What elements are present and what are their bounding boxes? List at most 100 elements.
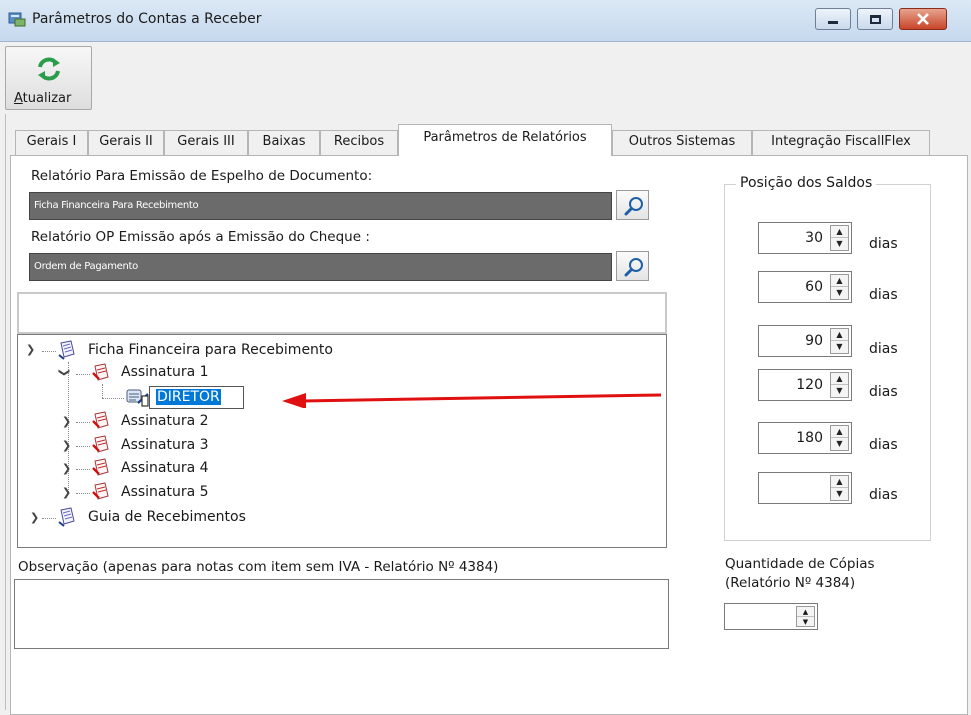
tab-gerais-i[interactable]: Gerais I <box>15 130 88 155</box>
saldo-value: 60 <box>805 279 823 295</box>
tab-gerais-ii[interactable]: Gerais II <box>88 130 164 155</box>
spin-arrows[interactable]: ▲ ▼ <box>830 372 849 398</box>
frame-border <box>0 114 6 710</box>
tree-connector <box>76 446 90 447</box>
dias-label: dias <box>869 384 898 400</box>
tree-node-assinatura-5[interactable]: Assinatura 5 <box>121 484 209 500</box>
search-icon <box>624 197 643 216</box>
tab-gerais-iii[interactable]: Gerais III <box>164 130 248 155</box>
signature-icon <box>90 363 112 387</box>
tree-connector <box>42 351 56 352</box>
tree-node-diretor-text[interactable]: DIRETOR <box>156 389 221 405</box>
maximize-button[interactable] <box>857 8 893 30</box>
tree-connector <box>42 518 56 519</box>
app-icon <box>8 11 26 27</box>
copies-label-line1: Quantidade de Cópias <box>725 556 875 572</box>
dias-label: dias <box>869 287 898 303</box>
tab-integracao-fiscallflex[interactable]: Integração FiscallFlex <box>752 130 930 155</box>
saldo-value: 90 <box>805 333 823 349</box>
dias-label: dias <box>869 437 898 453</box>
dias-label: dias <box>869 341 898 357</box>
spin-arrows[interactable]: ▲ ▼ <box>830 328 849 354</box>
tree-node-guia-recebimentos[interactable]: Guia de Recebimentos <box>88 509 246 525</box>
report-icon <box>57 507 77 531</box>
tree-connector <box>76 469 90 470</box>
refresh-button[interactable]: Atualizar <box>5 46 92 110</box>
saldos-legend: Posição dos Saldos <box>736 175 877 191</box>
saldo-spinner-4[interactable]: 120 ▲ ▼ <box>758 369 852 401</box>
copies-spinner[interactable]: ▲ ▼ <box>724 603 818 630</box>
chevron-down-icon[interactable]: ❯ <box>58 368 71 377</box>
tab-parametros-relatorios[interactable]: Parâmetros de Relatórios <box>398 124 612 156</box>
spin-down-icon[interactable]: ▼ <box>831 385 848 397</box>
tree-connector <box>102 384 103 398</box>
tab-baixas[interactable]: Baixas <box>248 130 320 155</box>
spin-up-icon[interactable]: ▲ <box>831 275 848 287</box>
close-icon <box>917 13 929 25</box>
spin-up-icon[interactable]: ▲ <box>831 226 848 238</box>
spin-up-icon[interactable]: ▲ <box>831 329 848 341</box>
signature-icon <box>90 435 112 459</box>
chevron-right-icon[interactable]: ❯ <box>62 415 71 428</box>
tree-node-assinatura-2[interactable]: Assinatura 2 <box>121 413 209 429</box>
close-button[interactable] <box>899 8 947 30</box>
tab-recibos[interactable]: Recibos <box>320 130 398 155</box>
spin-arrows[interactable]: ▲ ▼ <box>796 606 815 627</box>
spin-down-icon[interactable]: ▼ <box>831 438 848 450</box>
espelho-lookup-button[interactable] <box>616 190 649 220</box>
saldo-spinner-2[interactable]: 60 ▲ ▼ <box>758 271 852 303</box>
saldo-value: 180 <box>796 430 823 446</box>
chevron-right-icon[interactable]: ❯ <box>30 511 39 524</box>
chevron-right-icon[interactable]: ❯ <box>62 439 71 452</box>
refresh-label: Atualizar <box>14 91 72 106</box>
saldo-spinner-5[interactable]: 180 ▲ ▼ <box>758 422 852 454</box>
espelho-label: Relatório Para Emissão de Espelho de Doc… <box>31 168 373 184</box>
tree-connector <box>76 374 90 375</box>
minimize-button[interactable] <box>815 8 851 30</box>
espelho-report-field[interactable]: Ficha Financeira Para Recebimento <box>29 192 612 220</box>
saldo-spinner-1[interactable]: 30 ▲ ▼ <box>758 222 852 254</box>
signature-icon <box>90 411 112 435</box>
spin-down-icon[interactable]: ▼ <box>797 617 814 627</box>
chevron-right-icon[interactable]: ❯ <box>62 462 71 475</box>
tree-node-assinatura-4[interactable]: Assinatura 4 <box>121 460 209 476</box>
report-icon <box>57 340 77 364</box>
spin-up-icon[interactable]: ▲ <box>831 476 848 488</box>
observation-label: Observação (apenas para notas com item s… <box>18 559 499 575</box>
tree-node-assinatura-1[interactable]: Assinatura 1 <box>121 364 209 380</box>
signature-icon <box>90 482 112 506</box>
signature-icon <box>90 458 112 482</box>
saldo-value: 30 <box>805 230 823 246</box>
op-report-field[interactable]: Ordem de Pagamento <box>29 253 612 281</box>
spin-down-icon[interactable]: ▼ <box>831 238 848 250</box>
dias-label: dias <box>869 236 898 252</box>
spin-up-icon[interactable]: ▲ <box>797 607 814 617</box>
spin-arrows[interactable]: ▲ ▼ <box>830 274 849 300</box>
spin-up-icon[interactable]: ▲ <box>831 373 848 385</box>
dias-label: dias <box>869 487 898 503</box>
chevron-right-icon[interactable]: ❯ <box>62 486 71 499</box>
saldo-spinner-3[interactable]: 90 ▲ ▼ <box>758 325 852 357</box>
spin-down-icon[interactable]: ▼ <box>831 488 848 500</box>
op-label: Relatório OP Emissão após a Emissão do C… <box>31 229 370 245</box>
chevron-down-icon[interactable]: ❯ <box>26 343 35 356</box>
tree-node-assinatura-3[interactable]: Assinatura 3 <box>121 437 209 453</box>
spin-up-icon[interactable]: ▲ <box>831 426 848 438</box>
saldo-value: 120 <box>796 377 823 393</box>
tab-outros-sistemas[interactable]: Outros Sistemas <box>612 130 752 155</box>
spin-arrows[interactable]: ▲ ▼ <box>830 475 849 501</box>
tree-node-ficha-financeira[interactable]: Ficha Financeira para Recebimento <box>88 342 333 358</box>
spin-arrows[interactable]: ▲ ▼ <box>830 225 849 251</box>
spin-arrows[interactable]: ▲ ▼ <box>830 425 849 451</box>
spin-down-icon[interactable]: ▼ <box>831 341 848 353</box>
op-lookup-button[interactable] <box>616 251 649 281</box>
tree-connector <box>76 493 90 494</box>
tree-connector <box>102 398 124 399</box>
observation-textarea[interactable] <box>14 579 669 649</box>
saldo-spinner-6[interactable]: ▲ ▼ <box>758 472 852 504</box>
tree-filter-box[interactable] <box>17 292 667 334</box>
copies-label-line2: (Relatório Nº 4384) <box>725 575 856 591</box>
maximize-icon <box>869 14 881 24</box>
spin-down-icon[interactable]: ▼ <box>831 287 848 299</box>
toolbar <box>0 42 971 114</box>
